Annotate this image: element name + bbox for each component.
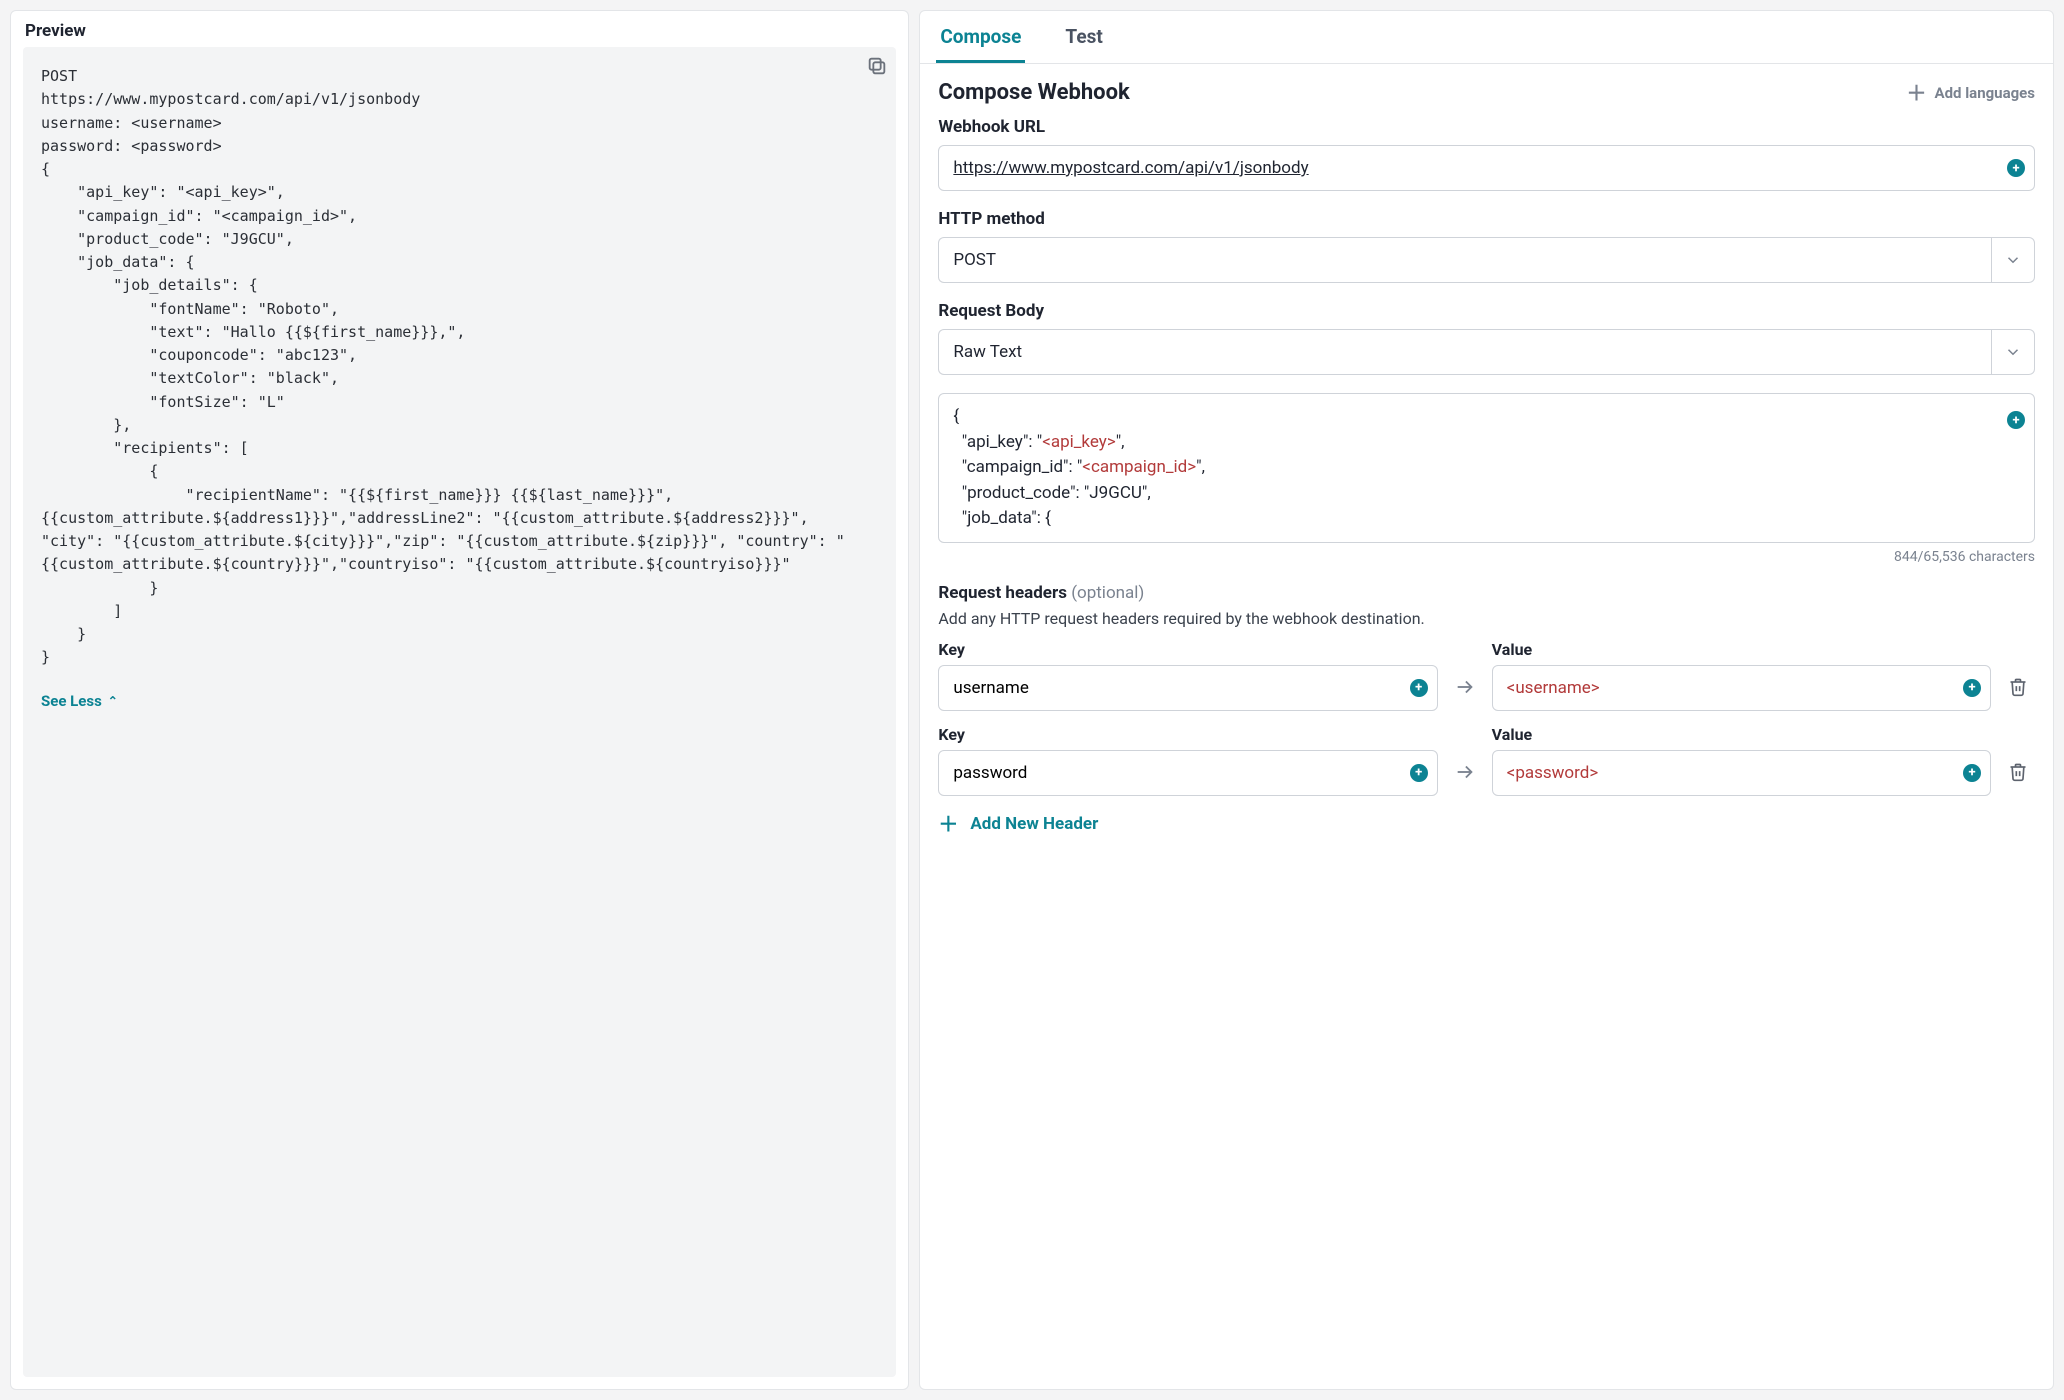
webhook-url-input[interactable]: https://www.mypostcard.com/api/v1/jsonbo… (938, 145, 2035, 191)
chevron-up-icon: ⌃ (108, 694, 118, 708)
http-method-label: HTTP method (938, 209, 2035, 229)
chevron-down-icon[interactable] (1991, 237, 2035, 283)
plus-icon: ＋ (1907, 83, 1927, 103)
arrow-right-icon (1448, 663, 1482, 711)
tab-compose[interactable]: Compose (936, 11, 1025, 63)
delete-header-button[interactable] (2001, 748, 2035, 796)
compose-title: Compose Webhook (938, 80, 1129, 105)
preview-body: POST https://www.mypostcard.com/api/v1/j… (23, 47, 896, 1377)
arrow-right-icon (1448, 748, 1482, 796)
header-value-input[interactable] (1492, 665, 1991, 711)
header-key-input[interactable] (938, 665, 1437, 711)
compose-panel: Compose Test Compose Webhook ＋ Add langu… (919, 10, 2054, 1390)
preview-code: POST https://www.mypostcard.com/api/v1/j… (41, 65, 878, 670)
tabs: Compose Test (920, 11, 2053, 64)
add-variable-icon[interactable]: + (2007, 411, 2025, 429)
add-new-header-label: Add New Header (970, 814, 1098, 834)
header-value-label: Value (1492, 640, 1991, 659)
header-key-label: Key (938, 725, 1437, 744)
add-languages-label: Add languages (1935, 84, 2035, 102)
add-new-header-button[interactable]: ＋ Add New Header (938, 814, 1098, 834)
add-variable-icon[interactable]: + (2007, 159, 2025, 177)
preview-panel: Preview POST https://www.mypostcard.com/… (10, 10, 909, 1390)
delete-header-button[interactable] (2001, 663, 2035, 711)
plus-icon: ＋ (938, 814, 958, 834)
preview-title: Preview (11, 11, 908, 47)
add-variable-icon[interactable]: + (1963, 764, 1981, 782)
add-languages-button[interactable]: ＋ Add languages (1907, 83, 2035, 103)
add-variable-icon[interactable]: + (1410, 679, 1428, 697)
chevron-down-icon[interactable] (1991, 329, 2035, 375)
request-body-textarea[interactable]: { "api_key": "<api_key>", "campaign_id":… (938, 393, 2035, 543)
request-headers-desc: Add any HTTP request headers required by… (938, 609, 2035, 628)
header-value-label: Value (1492, 725, 1991, 744)
add-variable-icon[interactable]: + (1963, 679, 1981, 697)
copy-icon[interactable] (866, 55, 888, 77)
request-body-label: Request Body (938, 301, 2035, 321)
add-variable-icon[interactable]: + (1410, 764, 1428, 782)
header-row: Key + Value + (938, 640, 2035, 711)
header-value-input[interactable] (1492, 750, 1991, 796)
header-row: Key + Value + (938, 725, 2035, 796)
webhook-url-label: Webhook URL (938, 117, 2035, 137)
char-count: 844/65,536 characters (938, 549, 2035, 565)
request-body-type-select[interactable]: Raw Text (938, 329, 1991, 375)
tab-test[interactable]: Test (1061, 11, 1106, 63)
header-key-input[interactable] (938, 750, 1437, 796)
http-method-select[interactable]: POST (938, 237, 1991, 283)
see-less-label: See Less (41, 692, 102, 710)
request-headers-title: Request headers (optional) (938, 583, 2035, 603)
header-key-label: Key (938, 640, 1437, 659)
see-less-toggle[interactable]: See Less ⌃ (41, 692, 118, 710)
